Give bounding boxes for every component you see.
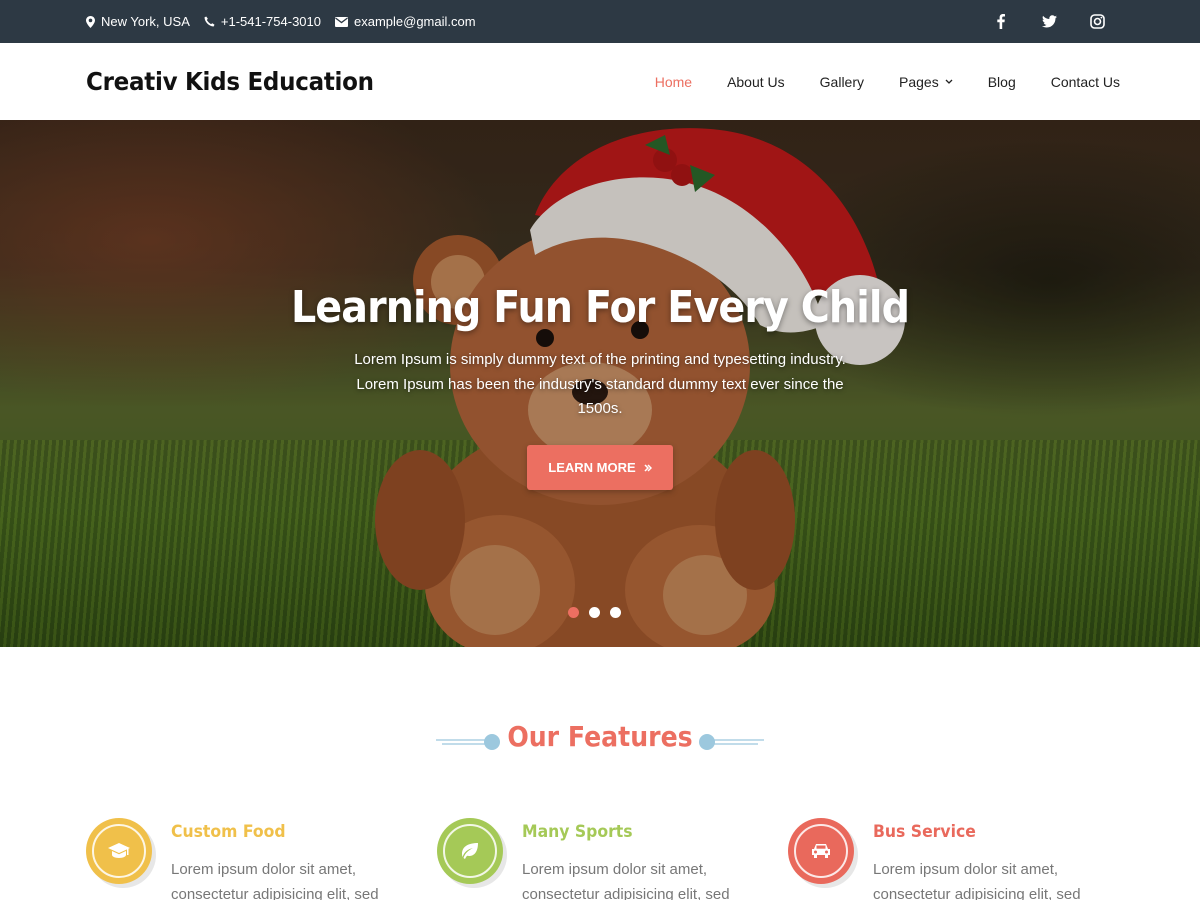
- double-chevron-right-icon: [644, 463, 652, 472]
- feature-text: Lorem ipsum dolor sit amet, consectetur …: [522, 861, 730, 900]
- nav-pages-label: Pages: [899, 73, 939, 90]
- slider-dots: [568, 607, 631, 618]
- twitter-icon[interactable]: [1041, 14, 1057, 30]
- feature-text: Lorem ipsum dolor sit amet, consectetur …: [171, 861, 379, 900]
- features-title: Our Features: [507, 720, 693, 753]
- slider-dot-3[interactable]: [610, 607, 621, 618]
- main-nav: Home About Us Gallery Pages Blog Contact…: [620, 43, 1120, 120]
- phone-icon: [204, 16, 215, 27]
- site-logo-text[interactable]: Creativ Kids Education: [86, 67, 374, 96]
- feature-icon-circle: [86, 818, 152, 884]
- hero-title: Learning Fun For Every Child: [290, 282, 910, 333]
- slider-dot-2[interactable]: [589, 607, 600, 618]
- facebook-icon[interactable]: [993, 14, 1009, 30]
- nav-about-us[interactable]: About Us: [727, 74, 785, 90]
- envelope-icon: [334, 16, 348, 27]
- social-links: [961, 0, 1105, 43]
- contact-info: New York, USA +1-541-754-3010 example@gm…: [86, 0, 490, 43]
- feature-text: Lorem ipsum dolor sit amet, consectetur …: [873, 861, 1081, 900]
- learn-more-button[interactable]: LEARN MORE: [527, 445, 673, 490]
- feature-title: Many Sports: [522, 822, 633, 842]
- feature-custom-food: Custom Food Lorem ipsum dolor sit amet, …: [86, 818, 406, 900]
- nav-pages[interactable]: Pages: [899, 74, 953, 90]
- nav-blog[interactable]: Blog: [988, 74, 1016, 90]
- heading-decoration-right: [699, 734, 764, 750]
- nav-home[interactable]: Home: [655, 74, 692, 90]
- feature-many-sports: Many Sports Lorem ipsum dolor sit amet, …: [437, 818, 757, 900]
- feature-icon-circle: [437, 818, 503, 884]
- map-pin-icon: [86, 15, 95, 28]
- phone-item[interactable]: +1-541-754-3010: [204, 14, 321, 29]
- hero-slider: Learning Fun For Every Child Lorem Ipsum…: [0, 120, 1200, 647]
- leaf-icon: [462, 843, 478, 859]
- hero-text: Lorem Ipsum is simply dummy text of the …: [354, 351, 846, 417]
- feature-title: Custom Food: [171, 822, 286, 842]
- feature-icon-circle: [788, 818, 854, 884]
- feature-icon-ring: [794, 824, 848, 878]
- top-bar: New York, USA +1-541-754-3010 example@gm…: [0, 0, 1200, 43]
- feature-icon-ring: [92, 824, 146, 878]
- site-header: Creativ Kids Education Home About Us Gal…: [0, 43, 1200, 120]
- email-text[interactable]: example@gmail.com: [354, 14, 476, 29]
- learn-more-label: LEARN MORE: [548, 460, 636, 475]
- instagram-icon[interactable]: [1089, 14, 1105, 30]
- feature-title: Bus Service: [873, 822, 976, 842]
- feature-icon-ring: [443, 824, 497, 878]
- location-item: New York, USA: [86, 14, 190, 29]
- email-item[interactable]: example@gmail.com: [334, 14, 476, 29]
- features-heading: Our Features: [0, 720, 1200, 764]
- slider-dot-1[interactable]: [568, 607, 579, 618]
- car-icon: [812, 844, 830, 858]
- chevron-down-icon: [945, 79, 953, 84]
- graduation-cap-icon: [108, 843, 130, 858]
- phone-text[interactable]: +1-541-754-3010: [221, 14, 321, 29]
- nav-gallery[interactable]: Gallery: [820, 74, 864, 90]
- nav-contact-us[interactable]: Contact Us: [1051, 74, 1120, 90]
- feature-bus-service: Bus Service Lorem ipsum dolor sit amet, …: [788, 818, 1108, 900]
- location-text: New York, USA: [101, 14, 190, 29]
